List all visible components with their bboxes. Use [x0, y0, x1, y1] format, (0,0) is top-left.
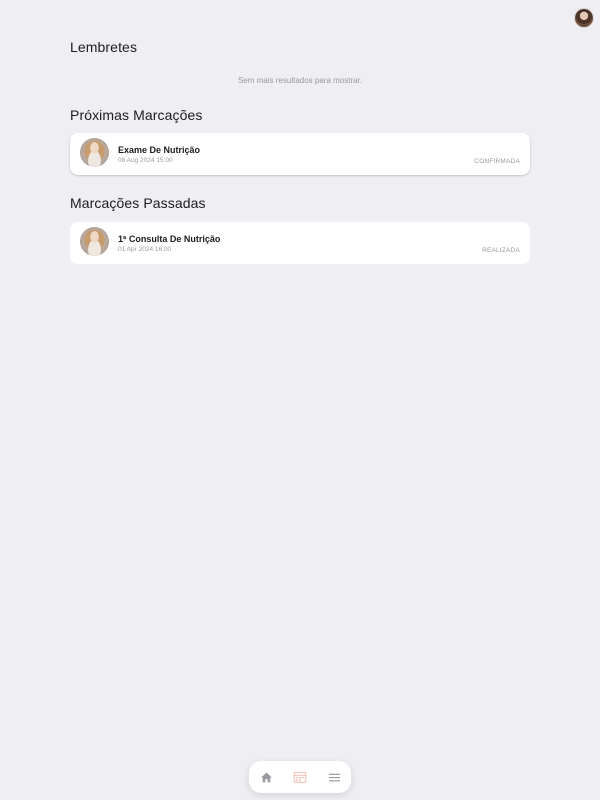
tab-calendar[interactable] — [292, 769, 308, 785]
nutritionist-avatar — [80, 138, 109, 167]
reminders-empty-message: Sem mais resultados para mostrar. — [237, 76, 363, 85]
appointments-screen: Lembretes Sem mais resultados para mostr… — [0, 0, 600, 800]
appointment-title: Exame De Nutrição — [118, 145, 201, 155]
nutritionist-avatar — [80, 227, 109, 256]
tab-menu[interactable] — [326, 769, 342, 785]
home-icon — [260, 772, 272, 782]
appointment-date: 08 Aug 2024 15:00 — [118, 157, 173, 164]
bottom-tab-bar — [249, 761, 351, 793]
upcoming-appointments-title: Próximas Marcações — [70, 107, 203, 123]
appointment-title: 1ª Consulta De Nutrição — [118, 234, 221, 244]
appointment-status: REALIZADA — [482, 247, 520, 254]
appointment-date: 01 Apr 2024 16:00 — [118, 246, 172, 253]
menu-icon — [328, 773, 340, 781]
appointment-status: CONFIRMADA — [474, 158, 520, 165]
tab-home[interactable] — [258, 769, 274, 785]
reminders-title: Lembretes — [70, 39, 138, 55]
past-appointments-title: Marcações Passadas — [70, 195, 206, 211]
calendar-icon — [293, 771, 307, 783]
appointment-card-upcoming[interactable]: Exame De Nutrição 08 Aug 2024 15:00 CONF… — [70, 133, 530, 175]
profile-avatar[interactable] — [575, 9, 593, 27]
appointment-card-past[interactable]: 1ª Consulta De Nutrição 01 Apr 2024 16:0… — [70, 222, 530, 264]
